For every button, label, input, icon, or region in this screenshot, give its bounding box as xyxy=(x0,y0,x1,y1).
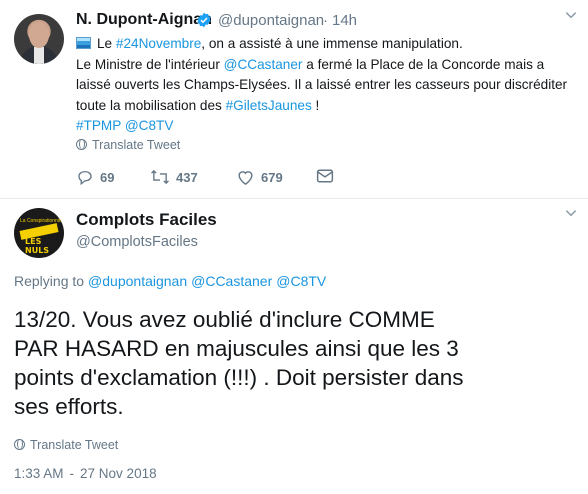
tweet-text-segment: toute la mobilisation des xyxy=(76,97,226,113)
author-name[interactable]: N. Dupont-Aignan xyxy=(76,11,212,29)
separator-dot: · xyxy=(323,12,328,29)
divider xyxy=(0,198,588,199)
reply-button[interactable]: 69 xyxy=(76,168,114,186)
main-tweet-text: 13/20. Vous avez oublié d'inclure COMME … xyxy=(14,305,579,421)
tweet-text-segment: ! xyxy=(311,97,320,113)
tweet-line: #TPMP @C8TV xyxy=(76,116,576,137)
like-button[interactable]: 679 xyxy=(236,168,283,186)
replying-mention-ccastaner[interactable]: @CCastaner xyxy=(191,273,272,289)
tweet-text-segment: , on a assisté à une immense manipulatio… xyxy=(201,36,463,51)
tweet-text-segment: Le Ministre de l'intérieur xyxy=(76,56,224,72)
envelope-icon xyxy=(316,168,334,184)
timestamp-time: 1:33 AM xyxy=(14,466,64,481)
timestamp-date: 27 Nov 2018 xyxy=(80,466,157,481)
direct-message-button[interactable] xyxy=(316,168,334,184)
retweet-count: 437 xyxy=(176,169,198,185)
tweet-line: laissé ouverts les Champs-Elysées. Il a … xyxy=(76,75,576,96)
author-handle[interactable]: @ComplotsFaciles xyxy=(76,234,198,250)
tweet-line: Le #24Novembre, on a assisté à une immen… xyxy=(76,34,576,55)
reply-count: 69 xyxy=(100,169,115,185)
hashtag-link[interactable]: #GiletsJaunes xyxy=(226,98,312,113)
quoted-tweet-text: Le #24Novembre, on a assisté à une immen… xyxy=(76,34,576,137)
tweet-text-segment: laissé ouverts les Champs-Elysées. Il a … xyxy=(76,77,568,92)
tweet-line: toute la mobilisation des #GiletsJaunes … xyxy=(76,96,576,117)
avatar-dupontaignan[interactable] xyxy=(14,14,64,64)
mention-link[interactable]: @CCastaner xyxy=(224,57,303,72)
hashtag-link[interactable]: #TPMP xyxy=(76,118,121,133)
tweet-text-segment: Le xyxy=(97,36,116,51)
translate-tweet-link[interactable]: Translate Tweet xyxy=(76,138,180,152)
tweet-timestamp[interactable]: 1:33 AM -27 Nov 2018 xyxy=(14,466,163,481)
avatar-big-text: LES NULS xyxy=(25,237,50,255)
tweet-line: PAR HASARD en majuscules ainsi que les 3 xyxy=(14,336,459,361)
replying-mention-c8tv[interactable]: @C8TV xyxy=(276,273,326,289)
verified-badge-icon xyxy=(196,12,212,28)
tweet-line: 13/20. Vous avez oublié d'inclure COMME xyxy=(14,307,435,332)
author-handle[interactable]: @dupontaignan xyxy=(218,12,324,29)
mention-link[interactable]: @C8TV xyxy=(125,118,174,133)
tweet-line: ses efforts. xyxy=(14,394,124,419)
replying-prefix: Replying to xyxy=(14,273,85,289)
chevron-down-icon[interactable] xyxy=(564,206,578,220)
author-name[interactable]: Complots Faciles xyxy=(76,210,217,230)
heart-icon xyxy=(236,168,255,186)
replying-mention-dupontaignan[interactable]: @dupontaignan xyxy=(88,273,187,289)
chevron-down-icon[interactable] xyxy=(564,8,578,22)
avatar-complotsfaciles[interactable]: La Conspirationnite LES NULS xyxy=(14,208,64,258)
retweet-button[interactable]: 437 xyxy=(150,168,198,186)
translate-label: Translate Tweet xyxy=(92,138,181,152)
flag-emoji-icon xyxy=(76,37,91,49)
tweet-line: points d'exclamation (!!!) . Doit persis… xyxy=(14,365,464,390)
translate-label: Translate Tweet xyxy=(30,438,119,452)
replying-to: Replying to @dupontaignan @CCastaner @C8TV xyxy=(14,273,330,289)
tweet-line: Le Ministre de l'intérieur @CCastaner a … xyxy=(76,55,576,76)
tweet-time[interactable]: 14h xyxy=(332,12,357,29)
retweet-icon xyxy=(150,168,170,186)
hashtag-link[interactable]: #24Novembre xyxy=(116,36,201,51)
globe-icon xyxy=(76,139,87,150)
tweet-text-segment: a fermé la Place de la Concorde mais a xyxy=(302,56,545,72)
reply-icon xyxy=(76,168,94,186)
timestamp-separator: - xyxy=(69,466,75,481)
like-count: 679 xyxy=(261,169,283,185)
globe-icon xyxy=(14,439,25,450)
translate-tweet-link[interactable]: Translate Tweet xyxy=(14,438,118,452)
